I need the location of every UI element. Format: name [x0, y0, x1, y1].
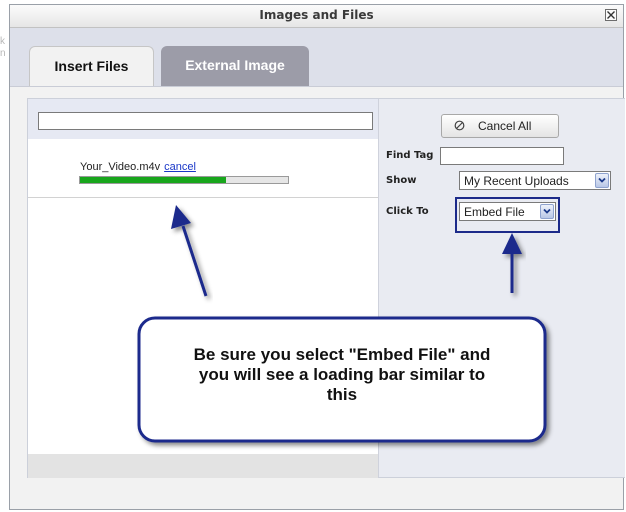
insert-files-panel: Your_Video.m4v cancel Cancel All Find Tag… [27, 98, 625, 478]
upload-item: Your_Video.m4v cancel [28, 139, 378, 198]
background-page-fragment: k n [0, 36, 6, 60]
chevron-down-icon [598, 177, 606, 183]
show-label: Show [386, 175, 417, 186]
show-dropdown-button[interactable] [595, 173, 609, 188]
show-select-value: My Recent Uploads [464, 174, 569, 188]
callout-text: Be sure you select "Embed File" and you … [137, 345, 547, 405]
cancel-circle-icon [454, 120, 465, 131]
close-button[interactable] [605, 9, 617, 21]
find-tag-input[interactable] [440, 147, 564, 165]
callout-line: this [326, 385, 358, 404]
dialog-title: Images and Files [259, 8, 374, 22]
show-select[interactable]: My Recent Uploads [459, 171, 611, 190]
tab-insert-files[interactable]: Insert Files [29, 46, 154, 86]
background-char: n [0, 48, 6, 59]
cancel-all-label: Cancel All [478, 119, 532, 133]
callout-line: Be sure you select "Embed File" and [193, 345, 491, 364]
background-char: k [0, 36, 5, 47]
upload-progress-bar [79, 176, 289, 184]
callout-line: you will see a loading bar similar to [198, 365, 486, 384]
file-upload-input[interactable] [38, 112, 373, 130]
options-sidebar: Cancel All Find Tag Show My Recent Uploa… [378, 99, 625, 477]
images-files-dialog: Images and Files Insert Files External I… [9, 4, 625, 510]
click-to-label: Click To [386, 206, 429, 217]
title-bar: Images and Files [10, 5, 623, 28]
cancel-all-button[interactable]: Cancel All [441, 114, 559, 138]
find-tag-label: Find Tag [386, 150, 434, 161]
upload-header [28, 99, 378, 139]
upload-file-label: Your_Video.m4v cancel [80, 161, 196, 173]
tab-strip: Insert Files External Image [10, 28, 623, 87]
tab-external-image[interactable]: External Image [161, 46, 309, 86]
left-footer-bar [28, 454, 378, 478]
upload-progress-fill [80, 177, 226, 183]
upload-filename: Your_Video.m4v [80, 161, 161, 173]
close-icon [607, 11, 615, 19]
embed-file-highlight [455, 197, 560, 233]
cancel-upload-link[interactable]: cancel [164, 161, 196, 173]
